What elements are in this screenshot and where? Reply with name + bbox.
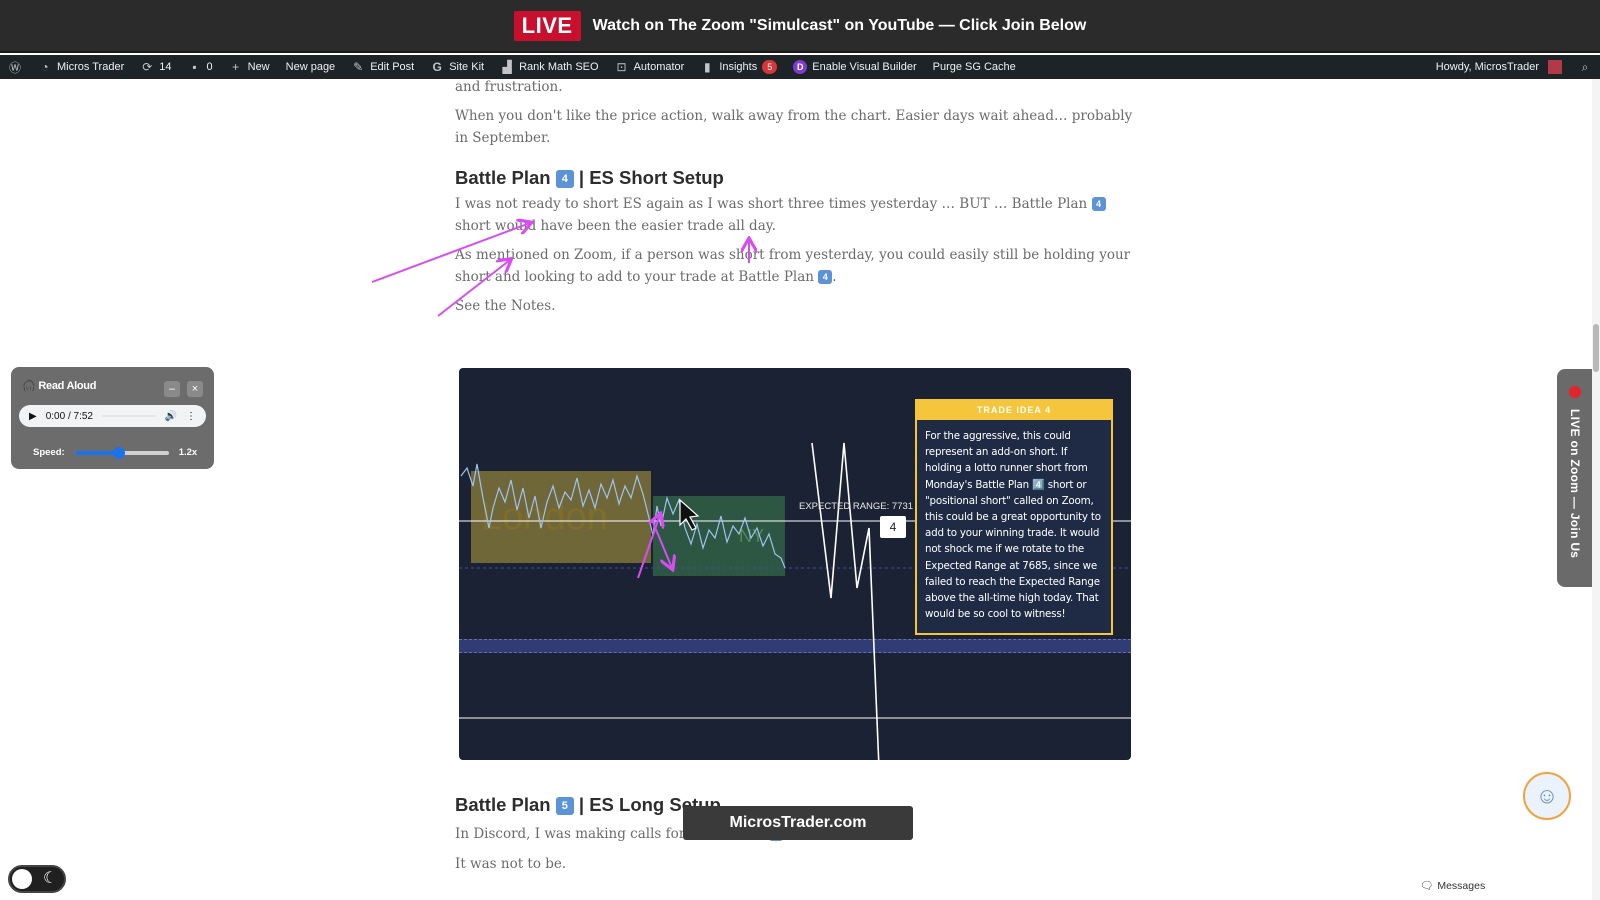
speed-control: Speed: 1.2x <box>33 446 198 459</box>
wordpress-icon: Ⓦ <box>8 60 21 75</box>
chat-icon: 🗨 <box>1420 880 1434 892</box>
new-page-link[interactable]: New page <box>278 55 344 79</box>
text-mentioned-b: . <box>832 269 837 285</box>
level-4-tag: 4 <box>880 516 906 538</box>
article-content: and frustration. When you don't like the… <box>455 79 1135 324</box>
text-mentioned-a: As mentioned on Zoom, if a person was sh… <box>455 247 1131 285</box>
projection-path <box>811 442 880 760</box>
bot-icon: ☺ <box>1535 783 1559 808</box>
heading-battle-plan-5: Battle Plan 5 | ES Long Setup <box>455 794 721 816</box>
text-not-ready-a: I was not ready to short ES again as I w… <box>455 196 1088 212</box>
search-icon: ⌕ <box>1581 59 1589 74</box>
account-menu[interactable]: Howdy, MicrosTrader <box>1428 55 1570 79</box>
paragraph-see-notes: See the Notes. <box>455 298 556 314</box>
automator-icon: ⊡ <box>616 60 627 74</box>
dashboard-icon: ◔ <box>41 60 49 74</box>
headphones-icon: 🎧 <box>22 380 36 392</box>
live-zoom-tab[interactable]: LIVE on Zoom — Join Us <box>1557 369 1593 587</box>
divi-icon: D <box>793 60 808 74</box>
comments-menu[interactable]: ▪ 0 <box>180 55 221 79</box>
new-page-label: New page <box>285 61 336 73</box>
live-banner[interactable]: LIVE Watch on The Zoom "Simulcast" on Yo… <box>0 0 1600 53</box>
expected-range-label: EXPECTED RANGE: 7731 <box>799 501 914 512</box>
updates-count: 14 <box>159 61 172 73</box>
edit-post-link[interactable]: ✎ Edit Post <box>343 55 422 79</box>
audio-progress-bar[interactable] <box>101 415 156 417</box>
insights-badge: 5 <box>762 60 778 74</box>
keycap-4-icon: 4 <box>818 270 833 284</box>
purge-cache-label: Purge SG Cache <box>932 61 1016 73</box>
dark-mode-toggle[interactable]: ☾ <box>8 865 66 893</box>
bar-chart-icon: ▮ <box>704 60 711 74</box>
new-label: New <box>247 61 270 73</box>
keycap-4-icon: 4 <box>1091 197 1106 211</box>
site-kit-label: Site Kit <box>449 61 485 73</box>
visual-builder-label: Enable Visual Builder <box>812 61 917 73</box>
paragraph-walk-away: When you don't like the price action, wa… <box>455 108 1133 146</box>
read-aloud-title: Read Aloud <box>38 379 97 392</box>
site-name-menu[interactable]: ◔ Micros Trader <box>30 55 132 79</box>
toggle-knob <box>12 869 32 889</box>
admin-search[interactable]: ⌕ <box>1570 55 1600 79</box>
speed-label: Speed: <box>33 447 65 458</box>
play-icon[interactable]: ▶ <box>29 411 37 422</box>
speed-value: 1.2x <box>178 447 198 458</box>
updates-icon: ⟳ <box>142 60 153 74</box>
audio-time: 0:00 / 7:52 <box>45 410 93 422</box>
more-icon[interactable]: ⋮ <box>186 411 196 422</box>
volume-icon[interactable]: 🔊 <box>165 411 177 422</box>
rank-math-label: Rank Math SEO <box>519 61 599 73</box>
updates-menu[interactable]: ⟳ 14 <box>132 55 179 79</box>
live-banner-text[interactable]: Watch on The Zoom "Simulcast" on YouTube… <box>593 17 1087 35</box>
price-series <box>460 463 786 569</box>
keycap-4-icon: 4 <box>555 170 574 188</box>
plus-icon: + <box>232 60 240 74</box>
moon-icon: ☾ <box>43 870 58 887</box>
read-aloud-close-button[interactable]: × <box>187 381 203 397</box>
live-zoom-tab-text: LIVE on Zoom — Join Us <box>1568 409 1582 559</box>
read-aloud-header: 🎧 Read Aloud <box>22 379 97 393</box>
trade-idea-card: TRADE IDEA 4 For the aggressive, this co… <box>915 399 1113 635</box>
read-aloud-widget: 🎧 Read Aloud – × ▶ 0:00 / 7:52 🔊 ⋮ Speed:… <box>11 367 214 469</box>
howdy-label: Howdy, MicrosTrader <box>1435 61 1539 73</box>
speed-slider[interactable] <box>74 446 169 459</box>
live-dot-icon <box>1569 386 1581 398</box>
comment-icon: ▪ <box>192 60 197 74</box>
paragraph-mentioned: As mentioned on Zoom, if a person was sh… <box>455 244 1135 288</box>
rank-math-icon: ▟ <box>502 60 512 74</box>
audio-player: ▶ 0:00 / 7:52 🔊 ⋮ <box>19 405 206 427</box>
new-content-menu[interactable]: + New <box>221 55 278 79</box>
trade-idea-title: TRADE IDEA 4 <box>917 401 1111 420</box>
text-not-ready-b: short would have been the easier trade a… <box>455 218 776 234</box>
avatar <box>1548 60 1562 74</box>
live-badge: LIVE <box>513 10 581 41</box>
page-scrollbar[interactable] <box>1592 79 1600 900</box>
trade-idea-body: For the aggressive, this could represent… <box>925 430 1101 621</box>
insights-label: Insights <box>719 61 758 73</box>
keycap-5-icon: 5 <box>555 797 574 815</box>
heading-bp4-pre: Battle Plan <box>455 167 551 188</box>
google-icon: G <box>432 60 442 74</box>
paragraph-not-ready: I was not ready to short ES again as I w… <box>455 193 1135 237</box>
paragraph-frustration: and frustration. <box>455 79 563 95</box>
edit-post-label: Edit Post <box>370 61 415 73</box>
automator-label: Automator <box>633 61 685 73</box>
comments-count: 0 <box>206 61 213 73</box>
speed-slider-thumb[interactable] <box>112 446 125 459</box>
messages-label: Messages <box>1437 879 1486 892</box>
chat-bot-button[interactable]: ☺ <box>1523 772 1571 820</box>
read-aloud-minimize-button[interactable]: – <box>164 381 180 397</box>
paragraph-not-to-be: It was not to be. <box>455 856 567 872</box>
heading-bp5-pre: Battle Plan <box>455 794 551 815</box>
scrollbar-thumb[interactable] <box>1593 324 1599 372</box>
heading-battle-plan-4: Battle Plan 4 | ES Short Setup <box>455 167 1135 189</box>
trade-chart-image: London NY EXPECTED RANGE: 7731 4 TRADE I… <box>459 368 1131 760</box>
site-name: Micros Trader <box>57 61 125 73</box>
heading-bp4-post: | ES Short Setup <box>578 167 724 188</box>
pencil-icon: ✎ <box>353 60 364 74</box>
wordpress-menu[interactable]: Ⓦ <box>0 55 30 79</box>
messages-link[interactable]: 🗨 Messages <box>1420 879 1486 893</box>
site-watermark: MicrosTrader.com <box>683 806 913 840</box>
